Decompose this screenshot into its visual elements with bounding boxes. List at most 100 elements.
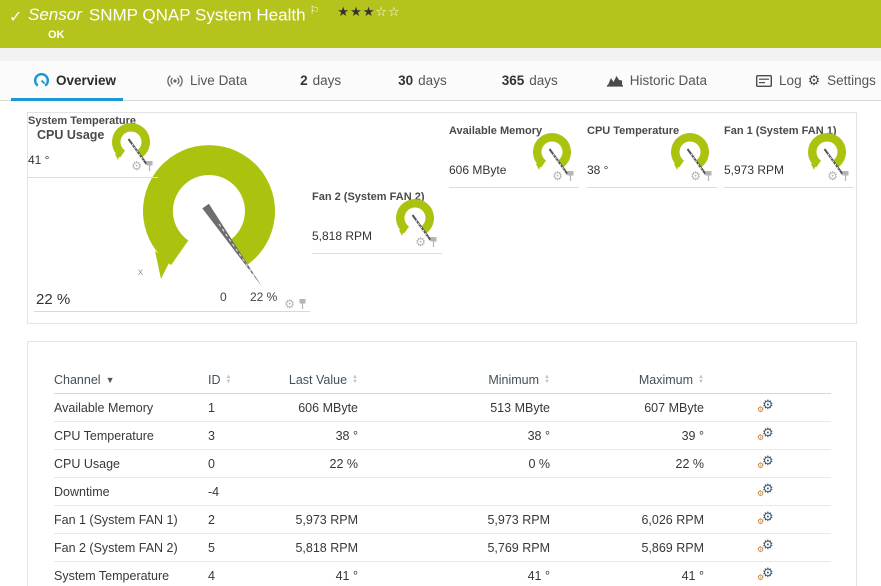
channel-settings-icon[interactable]: ⚙ ⚙ — [756, 397, 776, 415]
pin-icon[interactable] — [841, 170, 850, 182]
gear-icon[interactable]: ⚙ — [415, 235, 426, 249]
cell-last-value: 5,973 RPM — [295, 512, 358, 527]
cell-maximum: 22 % — [675, 456, 705, 471]
tab-label: days — [312, 73, 342, 88]
channels-table: Channel ▼ ID ▲ ▼ Last Value ▲ ▼ Minimum ▲ ▼ Max… — [54, 366, 831, 586]
tab-icon — [34, 73, 49, 88]
table-body: Available Memory 1 606 MByte 513 MByte 6… — [54, 394, 831, 586]
tab-live-data[interactable]: Live Data — [164, 61, 250, 100]
cell-channel: Fan 2 (System FAN 2) — [54, 540, 178, 555]
table-header-row: Channel ▼ ID ▲ ▼ Last Value ▲ ▼ Minimum ▲ ▼ Max… — [54, 366, 831, 394]
tab-label: Historic Data — [629, 73, 708, 88]
tab-number: 30 — [398, 73, 414, 88]
cell-maximum: 6,026 RPM — [641, 512, 704, 527]
mini-gauge-title: CPU Temperature — [587, 125, 680, 137]
tab-label: Settings — [827, 73, 876, 88]
table-row[interactable]: Available Memory 1 606 MByte 513 MByte 6… — [54, 394, 831, 422]
tab-icon — [606, 74, 623, 87]
mini-gauge-panel-system-temperature[interactable]: System Temperature 41 ° ⚙ — [28, 113, 158, 178]
cell-last-value: 5,818 RPM — [295, 540, 358, 555]
pin-icon[interactable] — [429, 236, 438, 248]
priority-stars[interactable]: ★★★☆☆ — [337, 4, 400, 19]
mini-gauge-value: 5,818 RPM — [312, 229, 373, 243]
sort-desc-icon: ▼ — [105, 374, 115, 385]
table-row[interactable]: CPU Temperature 3 38 ° 38 ° 39 ° ⚙ ⚙ — [54, 422, 831, 450]
mini-gauge-value: 38 ° — [587, 163, 609, 177]
tab-label: days — [418, 73, 447, 88]
column-header-id[interactable]: ID ▲ ▼ — [208, 373, 231, 387]
column-header-maximum[interactable]: Maximum ▲ ▼ — [550, 373, 704, 387]
cell-minimum: 0 % — [528, 456, 550, 471]
sort-arrows-icon: ▲ ▼ — [225, 373, 232, 385]
channel-settings-icon[interactable]: ⚙ ⚙ — [756, 537, 776, 555]
cell-id: 5 — [208, 540, 215, 555]
tab-icon — [756, 74, 773, 87]
cell-channel: Available Memory — [54, 400, 154, 415]
cell-minimum: 38 ° — [527, 428, 550, 443]
cell-maximum: 607 MByte — [644, 400, 704, 415]
pin-icon[interactable] — [566, 170, 575, 182]
mini-gauge-panel-fan-1[interactable]: Fan 1 (System FAN 1) 5,973 RPM ⚙ — [724, 123, 854, 188]
mini-gauge-panel-cpu-temperature[interactable]: CPU Temperature 38 ° ⚙ — [587, 123, 717, 188]
channels-table-panel: Channel ▼ ID ▲ ▼ Last Value ▲ ▼ Minimum ▲ ▼ Max… — [27, 341, 857, 586]
flag-icon[interactable]: ⚐ — [310, 5, 320, 17]
tab-label: days — [529, 73, 558, 88]
tab-365-days[interactable]: 365 days — [499, 61, 561, 100]
table-row[interactable]: Downtime -4 ⚙ ⚙ — [54, 478, 831, 506]
channel-settings-icon[interactable]: ⚙ ⚙ — [756, 509, 776, 527]
star-empty-icon[interactable]: ☆ — [388, 4, 401, 19]
mini-gauge-panel-available-memory[interactable]: Available Memory 606 MByte ⚙ — [449, 123, 579, 188]
gear-icon[interactable]: ⚙ — [552, 169, 563, 183]
channel-settings-icon[interactable]: ⚙ ⚙ — [756, 425, 776, 443]
channel-settings-icon[interactable]: ⚙ ⚙ — [756, 453, 776, 471]
cell-maximum: 41 ° — [681, 568, 704, 583]
column-header-channel[interactable]: Channel ▼ — [54, 373, 115, 387]
table-row[interactable]: Fan 2 (System FAN 2) 5 5,818 RPM 5,769 R… — [54, 534, 831, 562]
tab-settings[interactable]: ⚙ Settings — [805, 61, 879, 100]
column-header-minimum[interactable]: Minimum ▲ ▼ — [358, 373, 550, 387]
cell-maximum: 5,869 RPM — [641, 540, 704, 555]
cell-id: 0 — [208, 456, 215, 471]
tab-bar: Overview Live Data 2 days 30 days 365 da… — [0, 61, 881, 101]
channel-settings-icon[interactable]: ⚙ ⚙ — [756, 565, 776, 583]
gear-icon[interactable]: ⚙ — [690, 169, 701, 183]
star-empty-icon[interactable]: ☆ — [375, 4, 388, 19]
tab-30-days[interactable]: 30 days — [395, 61, 450, 100]
star-filled-icon[interactable]: ★ — [363, 4, 376, 19]
mini-gauge-panel-fan-2[interactable]: Fan 2 (System FAN 2) 5,818 RPM ⚙ — [312, 189, 442, 254]
object-kind-label: Sensor — [28, 5, 82, 25]
cell-id: -4 — [208, 484, 220, 499]
mini-gauge-value: 606 MByte — [449, 163, 507, 177]
status-ok-check-icon: ✓ — [9, 9, 23, 26]
cell-maximum: 39 ° — [681, 428, 704, 443]
channel-settings-icon[interactable]: ⚙ ⚙ — [756, 481, 776, 499]
tab-2-days[interactable]: 2 days — [297, 61, 344, 100]
cell-channel: CPU Usage — [54, 456, 120, 471]
cell-id: 4 — [208, 568, 215, 583]
gear-icon[interactable]: ⚙ — [827, 169, 838, 183]
mini-gauge-value: 41 ° — [28, 153, 50, 167]
cell-minimum: 41 ° — [527, 568, 550, 583]
overview-gauges-panel: CPU Usage x 0 22 % 22 % ⚙ Available Memo… — [27, 112, 857, 324]
gear-icon[interactable]: ⚙ — [131, 159, 142, 173]
star-filled-icon[interactable]: ★ — [350, 4, 363, 19]
mini-gauges-grid: Available Memory 606 MByte ⚙ CPU Tempera… — [28, 113, 856, 323]
table-row[interactable]: CPU Usage 0 22 % 0 % 22 % ⚙ ⚙ — [54, 450, 831, 478]
cell-last-value: 38 ° — [335, 428, 358, 443]
column-header-last-value[interactable]: Last Value ▲ ▼ — [260, 373, 358, 387]
table-row[interactable]: System Temperature 4 41 ° 41 ° 41 ° ⚙ ⚙ — [54, 562, 831, 586]
tab-overview[interactable]: Overview — [10, 61, 124, 101]
tab-label: Overview — [56, 73, 117, 88]
star-filled-icon[interactable]: ★ — [337, 4, 350, 19]
cell-id: 2 — [208, 512, 215, 527]
cell-id: 3 — [208, 428, 215, 443]
table-row[interactable]: Fan 1 (System FAN 1) 2 5,973 RPM 5,973 R… — [54, 506, 831, 534]
sensor-header: ✓ Sensor SNMP QNAP System Health ⚐ ★★★☆☆ OK — [0, 0, 881, 48]
pin-icon[interactable] — [704, 170, 713, 182]
tab-number: 2 — [300, 73, 308, 88]
tab-log[interactable]: Log — [753, 61, 805, 100]
pin-icon[interactable] — [145, 160, 154, 172]
tab-historic-data[interactable]: Historic Data — [604, 61, 710, 100]
sensor-status-text: OK — [48, 29, 65, 41]
cell-last-value: 22 % — [329, 456, 359, 471]
